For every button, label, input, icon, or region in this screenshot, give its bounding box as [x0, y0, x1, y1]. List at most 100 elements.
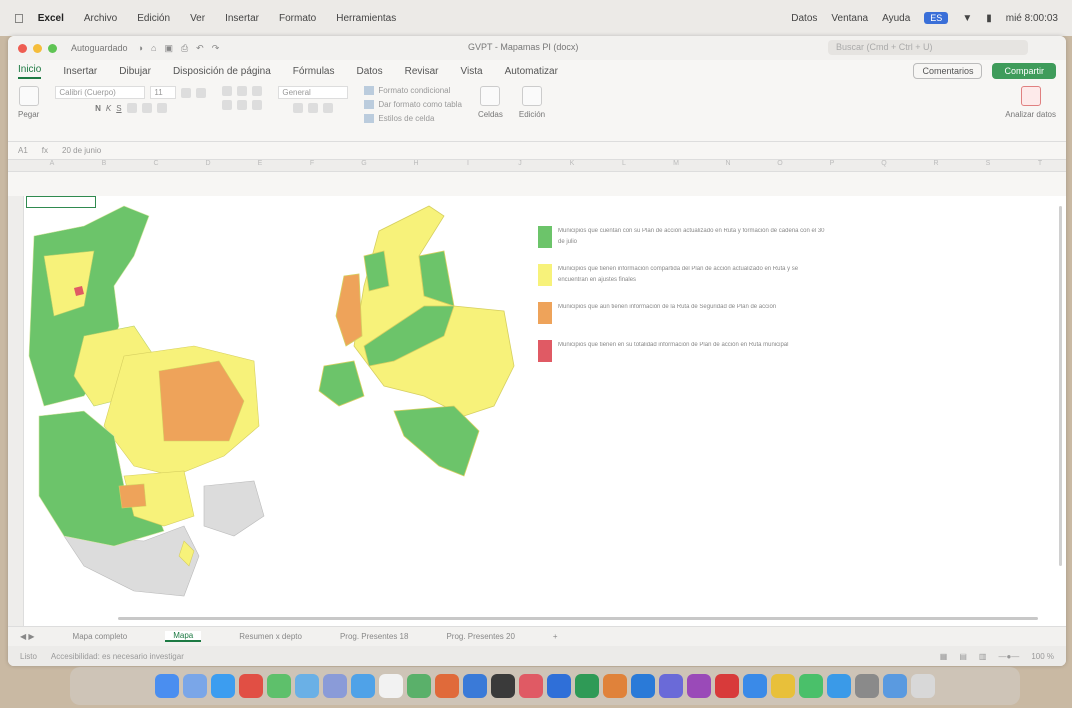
tab-dibujar[interactable]: Dibujar: [119, 66, 151, 77]
editing-group[interactable]: Edición: [519, 86, 545, 119]
launchpad-icon[interactable]: [183, 674, 207, 698]
column-header[interactable]: T: [1014, 160, 1066, 171]
minimize-window-icon[interactable]: [33, 43, 42, 53]
maps-icon[interactable]: [295, 674, 319, 698]
menu-edicion[interactable]: Edición: [137, 13, 170, 24]
zoom-window-icon[interactable]: [48, 43, 57, 53]
menu-formato[interactable]: Formato: [279, 13, 316, 24]
conditional-format-button[interactable]: Formato condicional: [364, 86, 462, 95]
column-header[interactable]: C: [130, 160, 182, 171]
word-icon[interactable]: [547, 674, 571, 698]
autosave-label[interactable]: Autoguardado: [71, 43, 128, 53]
format-as-table-button[interactable]: Dar formato como tabla: [364, 100, 462, 109]
column-header[interactable]: R: [910, 160, 962, 171]
column-header[interactable]: G: [338, 160, 390, 171]
align-center-icon[interactable]: [237, 100, 248, 110]
tab-automatizar[interactable]: Automatizar: [505, 66, 558, 77]
mail-icon[interactable]: [267, 674, 291, 698]
print-icon[interactable]: ⎙: [181, 43, 188, 54]
safari-icon[interactable]: [211, 674, 235, 698]
zoom-app-icon[interactable]: [743, 674, 767, 698]
menu-datos[interactable]: Datos: [791, 13, 817, 24]
normal-view-icon[interactable]: ▦: [940, 652, 948, 661]
whatsapp-icon[interactable]: [799, 674, 823, 698]
menu-ventana[interactable]: Ventana: [831, 13, 868, 24]
undo-icon[interactable]: ↶: [196, 43, 204, 54]
paste-icon[interactable]: [18, 86, 39, 106]
redo-icon[interactable]: ↷: [212, 43, 220, 54]
photos-icon[interactable]: [323, 674, 347, 698]
outlook-icon[interactable]: [631, 674, 655, 698]
cells-group[interactable]: Celdas: [478, 86, 503, 119]
cell-styles-button[interactable]: Estilos de celda: [364, 114, 462, 123]
zoom-level[interactable]: 100 %: [1031, 652, 1054, 661]
font-family-select[interactable]: Calibri (Cuerpo): [55, 86, 146, 99]
currency-icon[interactable]: [293, 103, 304, 113]
menu-herramientas[interactable]: Herramientas: [336, 13, 396, 24]
notes-icon[interactable]: [463, 674, 487, 698]
menu-ayuda[interactable]: Ayuda: [882, 13, 910, 24]
align-middle-icon[interactable]: [237, 86, 248, 96]
tab-revisar[interactable]: Revisar: [405, 66, 439, 77]
analyze-data-group[interactable]: Analizar datos: [1005, 86, 1056, 119]
zoom-slider[interactable]: —●—: [998, 652, 1019, 661]
onenote-icon[interactable]: [687, 674, 711, 698]
powerpoint-icon[interactable]: [603, 674, 627, 698]
tab-formulas[interactable]: Fórmulas: [293, 66, 335, 77]
tab-datos[interactable]: Datos: [356, 66, 382, 77]
column-header[interactable]: P: [806, 160, 858, 171]
settings-icon[interactable]: [855, 674, 879, 698]
menu-ver[interactable]: Ver: [190, 13, 205, 24]
fill-color-icon[interactable]: [141, 103, 152, 113]
align-top-icon[interactable]: [222, 86, 233, 96]
sheet-tab[interactable]: Prog. Presentes 20: [446, 632, 514, 641]
close-window-icon[interactable]: [18, 43, 27, 53]
sheet-tab[interactable]: Resumen x depto: [239, 632, 302, 641]
autosave-toggle-icon[interactable]: ◑: [138, 43, 143, 54]
worksheet-grid[interactable]: Municipios que cuentan con su Plan de ac…: [8, 196, 1066, 626]
reminders-icon[interactable]: [435, 674, 459, 698]
menu-archivo[interactable]: Archivo: [84, 13, 117, 24]
column-header[interactable]: J: [494, 160, 546, 171]
apple-icon[interactable]: : [14, 11, 24, 26]
finder-icon[interactable]: [155, 674, 179, 698]
font-size-select[interactable]: 11: [150, 86, 177, 99]
menu-insertar[interactable]: Insertar: [225, 13, 259, 24]
calendar-icon[interactable]: [379, 674, 403, 698]
save-icon[interactable]: ▣: [164, 43, 173, 54]
column-header[interactable]: Q: [858, 160, 910, 171]
chrome-icon[interactable]: [771, 674, 795, 698]
add-sheet-icon[interactable]: +: [553, 632, 558, 641]
acrobat-icon[interactable]: [715, 674, 739, 698]
font-color-icon[interactable]: [156, 103, 167, 113]
tab-insertar[interactable]: Insertar: [63, 66, 97, 77]
column-header[interactable]: H: [390, 160, 442, 171]
menu-app[interactable]: Excel: [38, 13, 64, 24]
name-box[interactable]: A1: [18, 146, 28, 155]
search-input[interactable]: Buscar (Cmd + Ctrl + U): [828, 40, 1028, 55]
sheet-tab[interactable]: Prog. Presentes 18: [340, 632, 408, 641]
column-header[interactable]: D: [182, 160, 234, 171]
column-header[interactable]: N: [702, 160, 754, 171]
italic-icon[interactable]: K: [106, 104, 111, 113]
input-source-icon[interactable]: ES: [924, 12, 949, 24]
column-header[interactable]: B: [78, 160, 130, 171]
merge-icon[interactable]: [252, 100, 263, 110]
downloads-icon[interactable]: [883, 674, 907, 698]
fx-icon[interactable]: fx: [42, 146, 48, 155]
column-header[interactable]: A: [26, 160, 78, 171]
underline-icon[interactable]: S: [116, 104, 121, 113]
contacts-icon[interactable]: [407, 674, 431, 698]
sheet-tab-active[interactable]: Mapa: [165, 631, 202, 642]
sheet-tab[interactable]: Mapa completo: [73, 632, 128, 641]
column-header[interactable]: I: [442, 160, 494, 171]
wrap-text-icon[interactable]: [252, 86, 263, 96]
vertical-scrollbar[interactable]: [1059, 206, 1062, 566]
row-headers[interactable]: [8, 196, 24, 626]
share-button[interactable]: Compartir: [992, 63, 1056, 79]
horizontal-scrollbar[interactable]: [118, 617, 1038, 620]
column-header[interactable]: F: [286, 160, 338, 171]
percent-icon[interactable]: [308, 103, 319, 113]
messages-icon[interactable]: [239, 674, 263, 698]
font-shrink-icon[interactable]: [196, 87, 207, 98]
